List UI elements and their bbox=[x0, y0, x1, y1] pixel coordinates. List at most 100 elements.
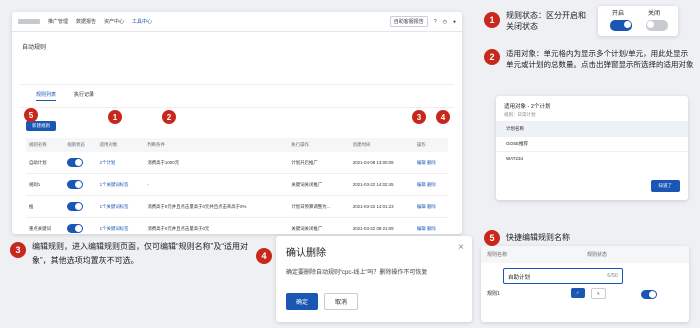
char-count: 6/50 bbox=[607, 273, 618, 279]
badge-1: 1 bbox=[484, 12, 500, 28]
note5-title: 快捷编辑规则名称 bbox=[506, 233, 570, 242]
list-item: GOSE推荐 bbox=[496, 136, 688, 151]
rule-name: 规则1 bbox=[487, 291, 500, 297]
list-item: WAT234 bbox=[496, 151, 688, 165]
service-button[interactable]: 自助客服报告 bbox=[389, 16, 428, 27]
delete-link[interactable]: 删除 bbox=[427, 204, 436, 209]
modal-subtitle: 规则：日常计划 bbox=[504, 112, 536, 117]
table-header: 规则名称 规则状态 适用对象 判断条件 执行操作 创建时间 操作 bbox=[26, 138, 448, 152]
edit-link[interactable]: 编辑 bbox=[417, 182, 426, 187]
nav-item[interactable]: 数据报告 bbox=[76, 18, 96, 25]
on-label: 开启 bbox=[612, 11, 625, 17]
delete-link[interactable]: 删除 bbox=[427, 226, 436, 231]
edit-link[interactable]: 编辑 bbox=[417, 204, 426, 209]
th: 判断条件 bbox=[144, 138, 289, 152]
created-time: 2021-04-08 13:00:08 bbox=[349, 152, 414, 174]
table-row: 推 1个关键词标签 消费高于0元并且点击量高于0元并且点击率高于0% 计划日预算… bbox=[26, 195, 448, 218]
save-button[interactable]: ✓ bbox=[571, 288, 585, 298]
target-link[interactable]: 1个关键词标签 bbox=[96, 173, 145, 196]
note-text: 编辑规则，进入编辑规则页面，仅可编辑“规则名称”及“适用对象”，其他选项均置灰不… bbox=[32, 242, 248, 265]
th: 创建时间 bbox=[349, 138, 414, 152]
note-text: 规则状态：区分开启和关闭状态 bbox=[506, 11, 586, 31]
nav-item[interactable]: 资产中心 bbox=[104, 18, 124, 25]
dialog-title: 确认删除 bbox=[286, 248, 326, 259]
th: 规则状态 bbox=[64, 138, 97, 152]
table-row: 规则1 1个关键词标签 - 关键词关闭推广 2021-03-22 14:02:4… bbox=[26, 173, 448, 196]
note-status: 1 规则状态：区分开启和关闭状态 开启 关闭 bbox=[484, 6, 694, 36]
app-logo bbox=[18, 19, 40, 24]
badge-4: 4 bbox=[256, 248, 272, 264]
edit-link[interactable]: 编辑 bbox=[417, 160, 426, 165]
rule-name: 规则1 bbox=[26, 173, 65, 196]
nav-item-active[interactable]: 工具中心 bbox=[132, 18, 152, 25]
delete-dialog: 确认删除 × 确定要删除自动规则“cpc-线上”吗？删除操作不可恢复 确定 取消 bbox=[276, 236, 472, 322]
cancel-button[interactable]: 取消 bbox=[324, 293, 359, 310]
badge-5: 5 bbox=[484, 230, 500, 246]
status-toggle[interactable] bbox=[67, 180, 84, 189]
ok-button[interactable]: 知道了 bbox=[650, 180, 680, 192]
edit-link[interactable]: 编辑 bbox=[417, 226, 426, 231]
target-link[interactable]: 1个关键词标签 bbox=[96, 217, 145, 240]
page-title: 自动规则 bbox=[22, 45, 47, 51]
created-time: 2021-03-22 14:01:23 bbox=[349, 195, 414, 218]
target-modal: 适用对象 - 2个计划 规则：日常计划 计划名称 GOSE推荐 WAT234 知… bbox=[496, 96, 688, 200]
rule-name-input[interactable]: 自助计划 6/50 bbox=[503, 268, 623, 284]
rule-table: 规则名称 规则状态 适用对象 判断条件 执行操作 创建时间 操作 自助计划 2个… bbox=[26, 138, 448, 240]
toggle-on[interactable] bbox=[610, 20, 632, 31]
rule-name: 自助计划 bbox=[26, 152, 65, 174]
toggle-off[interactable] bbox=[646, 20, 668, 31]
note-target: 2 适用对象：单元格内为显示多个计划/单元，用此处显示单元或计划的总数量。点击出… bbox=[484, 48, 694, 70]
th: 适用对象 bbox=[96, 138, 145, 152]
th: 操作 bbox=[413, 138, 448, 152]
help-icon[interactable]: ? bbox=[434, 19, 437, 25]
note-text: 适用对象：单元格内为显示多个计划/单元，用此处显示单元或计划的总数量。点击出弹窗… bbox=[506, 49, 694, 69]
badge-5: 5 bbox=[24, 108, 38, 122]
user-avatar[interactable]: ● bbox=[453, 19, 456, 25]
input-value: 自助计划 bbox=[508, 275, 531, 281]
action: 关键词关闭推广 bbox=[288, 173, 350, 196]
badge-3: 3 bbox=[10, 242, 26, 258]
target-link[interactable]: 2个计划 bbox=[96, 152, 145, 174]
condition: 消费高于1000元 bbox=[144, 152, 289, 174]
condition: 消费高于0元并且点击量高于0元并且点击率高于0% bbox=[144, 195, 289, 218]
nav-item[interactable]: 推广管理 bbox=[48, 18, 68, 25]
badge-3: 3 bbox=[412, 110, 426, 124]
confirm-button[interactable]: 确定 bbox=[286, 293, 319, 310]
note-edit: 3 编辑规则，进入编辑规则页面，仅可编辑“规则名称”及“适用对象”，其他选项均置… bbox=[10, 240, 248, 268]
top-navbar: 推广管理 数据报告 资产中心 工具中心 自助客服报告 ? ◷ ● bbox=[12, 12, 462, 32]
new-rule-button[interactable]: 新建规则 bbox=[26, 121, 56, 131]
rule-name: 推 bbox=[26, 195, 65, 218]
badge-2: 2 bbox=[484, 49, 500, 65]
list-item: 计划名称 bbox=[496, 121, 688, 136]
badge-2: 2 bbox=[162, 110, 176, 124]
toggle-demo: 开启 关闭 bbox=[598, 6, 678, 36]
quick-edit-demo: 规则名称 规则状态 自助计划 6/50 ✓ × 规则1 bbox=[481, 246, 689, 322]
rule-card: 规则列表 执行记录 新建规则 5 规则名称 规则状态 适用对象 判断条件 执行操… bbox=[20, 84, 454, 240]
delete-link[interactable]: 删除 bbox=[427, 160, 436, 165]
status-toggle[interactable] bbox=[67, 202, 84, 211]
delete-link[interactable]: 删除 bbox=[427, 182, 436, 187]
status-toggle[interactable] bbox=[67, 224, 84, 233]
cancel-icon[interactable]: × bbox=[591, 288, 606, 299]
tab-rule-list[interactable]: 规则列表 bbox=[36, 91, 57, 101]
tabs: 规则列表 执行记录 bbox=[20, 85, 454, 108]
created-time: 2021-03-22 14:02:45 bbox=[349, 173, 414, 196]
action: 计划日预算调整为... bbox=[288, 195, 350, 218]
modal-title: 适用对象 - 2个计划 bbox=[504, 104, 551, 110]
status-toggle[interactable] bbox=[641, 290, 657, 299]
tab-records[interactable]: 执行记录 bbox=[74, 91, 94, 101]
table-row: 自助计划 2个计划 消费高于1000元 计划开启推广 2021-04-08 13… bbox=[26, 152, 448, 174]
condition: 消费高于0元并且点击量高于0元 bbox=[144, 217, 289, 240]
target-link[interactable]: 1个关键词标签 bbox=[96, 195, 145, 218]
bell-icon[interactable]: ◷ bbox=[443, 19, 447, 25]
condition: - bbox=[144, 173, 289, 196]
close-icon[interactable]: × bbox=[458, 242, 464, 253]
status-toggle[interactable] bbox=[67, 158, 84, 167]
col-status: 规则状态 bbox=[587, 252, 608, 258]
off-label: 关闭 bbox=[648, 11, 661, 17]
badge-4: 4 bbox=[436, 110, 450, 124]
rule-name: 重点关键词 bbox=[26, 217, 65, 240]
dialog-text: 确定要删除自动规则“cpc-线上”吗？删除操作不可恢复 bbox=[286, 270, 428, 276]
th: 规则名称 bbox=[26, 138, 65, 152]
badge-1: 1 bbox=[108, 110, 122, 124]
